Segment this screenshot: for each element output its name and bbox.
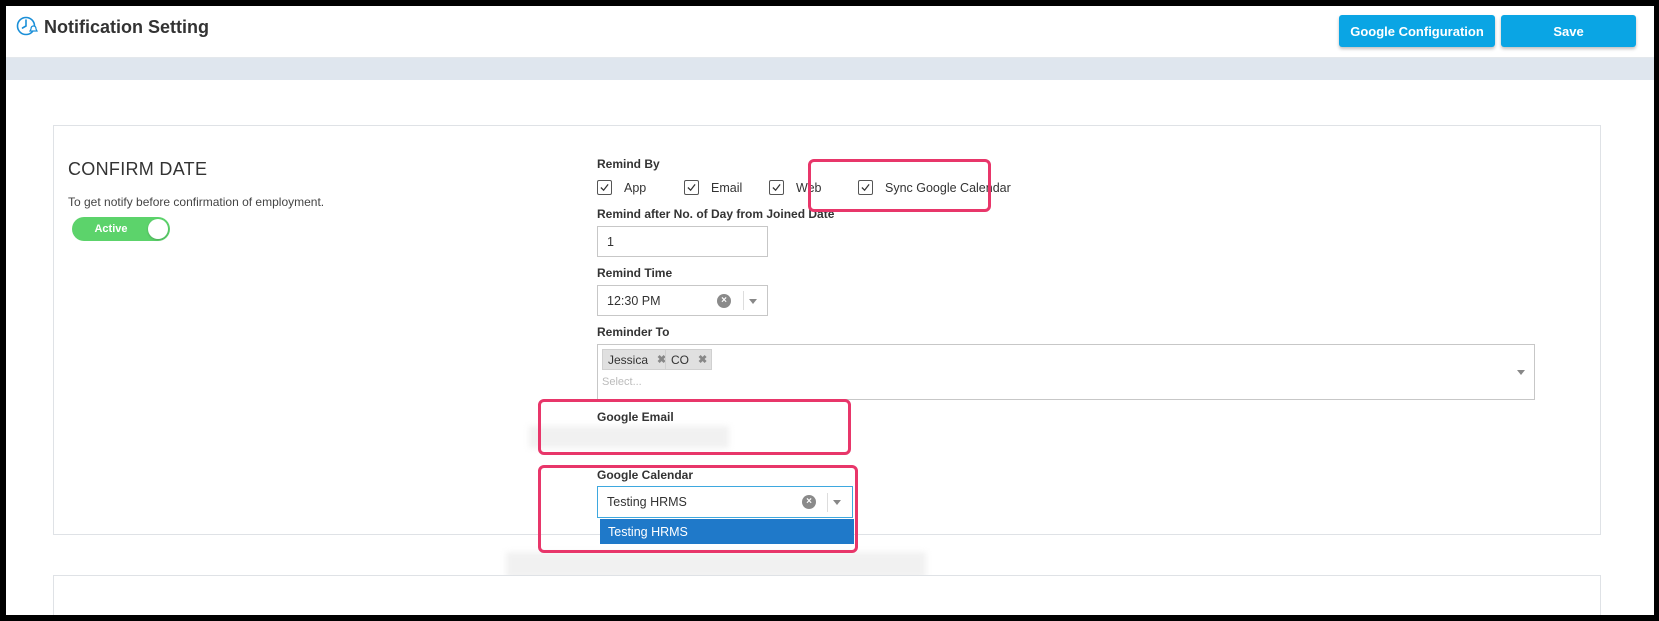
toggle-knob xyxy=(148,219,168,239)
remind-after-days-value: 1 xyxy=(607,234,614,249)
header-band xyxy=(6,58,1654,80)
remind-time-select[interactable]: 12:30 PM × xyxy=(597,285,768,316)
app-checkbox-label: App xyxy=(624,180,647,195)
tag-label: Jessica xyxy=(608,352,649,367)
app-checkbox[interactable] xyxy=(597,180,612,195)
next-notification-card xyxy=(53,575,1601,615)
page-title: Notification Setting xyxy=(44,17,209,37)
page-header: Notification Setting Google Configuratio… xyxy=(6,6,1654,58)
remind-by-app[interactable]: App xyxy=(597,180,646,195)
remind-after-label: Remind after No. of Day from Joined Date xyxy=(597,207,835,221)
select-divider xyxy=(743,291,744,310)
tag-jessica: Jessica ✖ xyxy=(602,349,672,370)
highlight-google-calendar xyxy=(538,465,858,553)
section-description: To get notify before confirmation of emp… xyxy=(68,195,325,209)
main-content: CONFIRM DATE To get notify before confir… xyxy=(6,80,1654,615)
google-configuration-button[interactable]: Google Configuration xyxy=(1339,15,1495,47)
remind-by-label: Remind By xyxy=(597,157,660,171)
tag-label: CO xyxy=(671,352,689,367)
save-button[interactable]: Save xyxy=(1501,15,1636,47)
reminder-to-placeholder: Select... xyxy=(602,376,642,388)
tag-co: CO ✖ xyxy=(665,349,713,370)
check-icon xyxy=(600,183,609,192)
remind-after-days-input[interactable]: 1 xyxy=(597,226,768,257)
remind-by-email[interactable]: Email xyxy=(684,180,742,195)
clock-bell-icon xyxy=(16,16,38,36)
email-checkbox-label: Email xyxy=(711,180,743,195)
status-toggle[interactable]: Active xyxy=(72,217,170,241)
web-checkbox[interactable] xyxy=(769,180,784,195)
chevron-down-icon[interactable] xyxy=(1517,370,1525,375)
reminder-to-multiselect[interactable]: Jessica ✖ CO ✖ Select... xyxy=(597,344,1535,400)
section-title: CONFIRM DATE xyxy=(68,159,208,179)
chevron-down-icon[interactable] xyxy=(749,299,757,304)
clear-icon[interactable]: × xyxy=(717,294,731,308)
highlight-google-email xyxy=(538,399,851,455)
app-window: Notification Setting Google Configuratio… xyxy=(6,6,1654,615)
reminder-to-label: Reminder To xyxy=(597,325,670,339)
remind-time-label: Remind Time xyxy=(597,266,673,280)
check-icon xyxy=(772,183,781,192)
remind-time-value: 12:30 PM xyxy=(607,293,661,308)
email-checkbox[interactable] xyxy=(684,180,699,195)
check-icon xyxy=(687,183,696,192)
highlight-sync-google-calendar xyxy=(808,159,991,212)
remove-tag-icon[interactable]: ✖ xyxy=(698,353,707,366)
toggle-label: Active xyxy=(94,223,128,235)
